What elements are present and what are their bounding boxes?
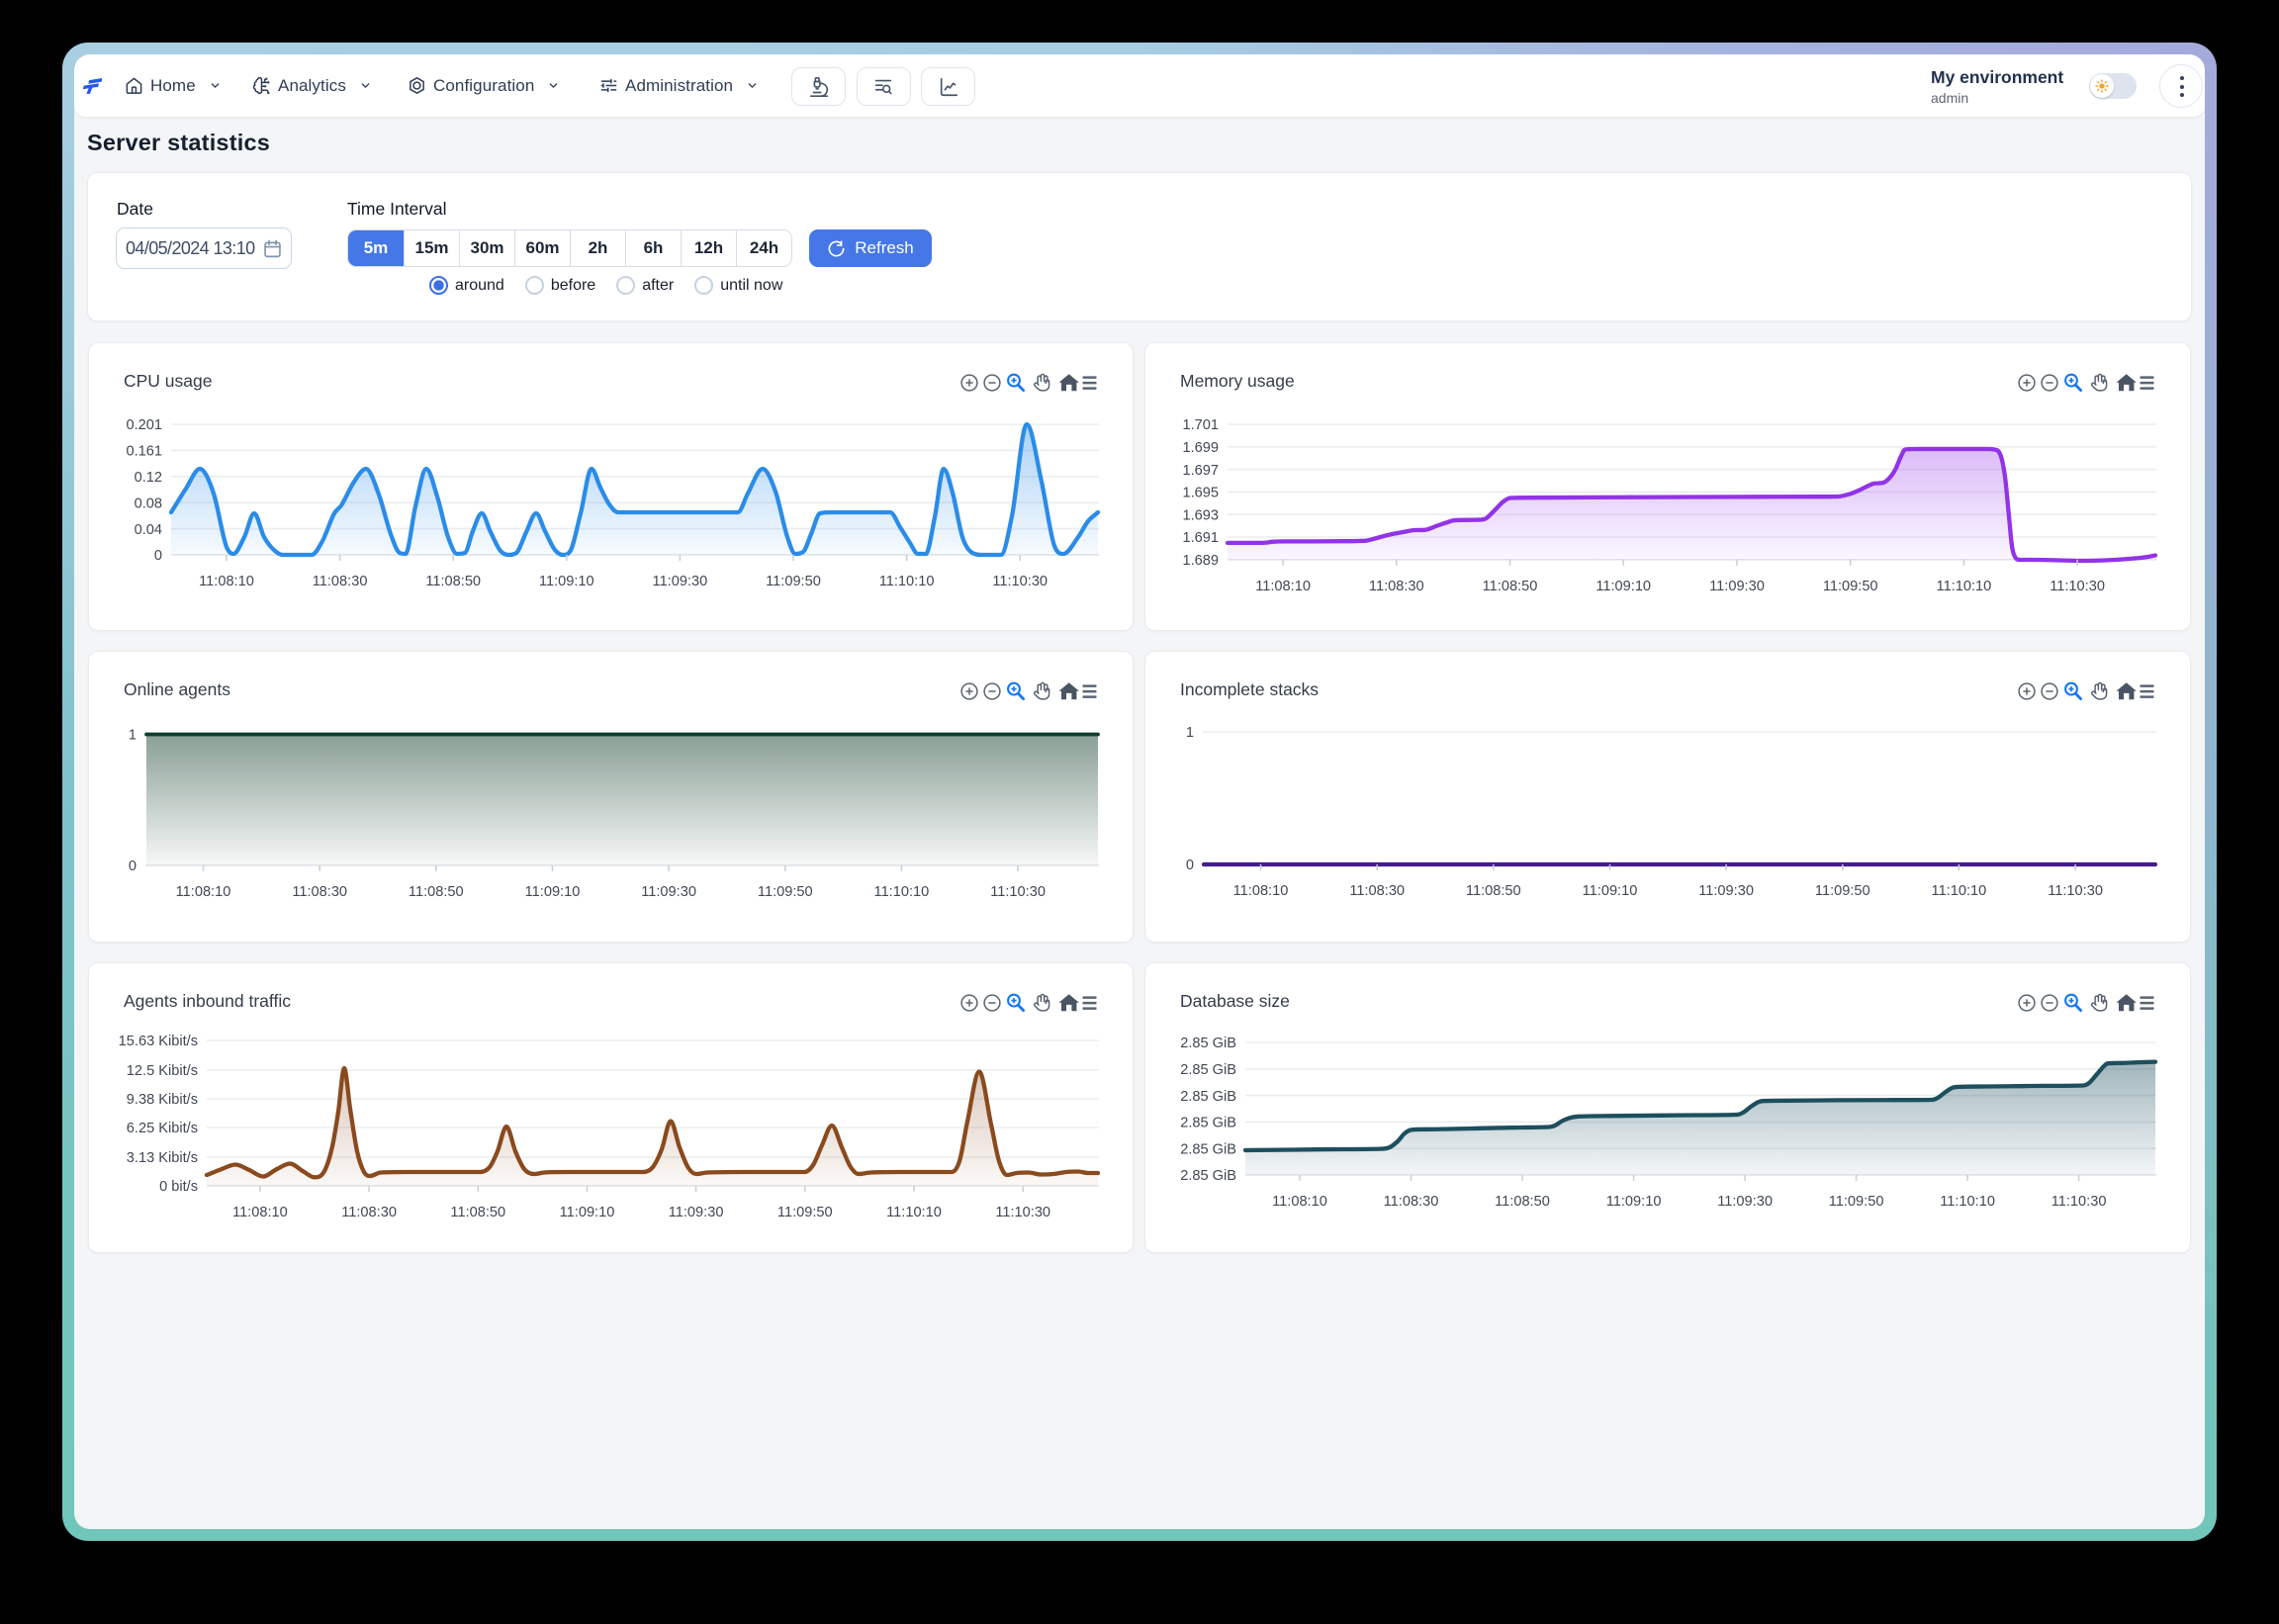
svg-text:11:09:30: 11:09:30 bbox=[1717, 1194, 1773, 1210]
svg-text:11:09:50: 11:09:50 bbox=[766, 574, 821, 589]
svg-text:11:08:30: 11:08:30 bbox=[313, 574, 368, 589]
svg-text:11:08:30: 11:08:30 bbox=[341, 1205, 397, 1220]
svg-text:6.25 Kibit/s: 6.25 Kibit/s bbox=[127, 1121, 198, 1136]
svg-text:1.697: 1.697 bbox=[1182, 463, 1219, 479]
svg-text:11:09:10: 11:09:10 bbox=[525, 884, 581, 900]
svg-text:11:10:30: 11:10:30 bbox=[2051, 1194, 2107, 1210]
svg-text:11:09:10: 11:09:10 bbox=[560, 1205, 615, 1220]
svg-text:15.63 Kibit/s: 15.63 Kibit/s bbox=[119, 1034, 198, 1049]
svg-text:11:09:50: 11:09:50 bbox=[1823, 579, 1878, 594]
svg-text:11:10:10: 11:10:10 bbox=[1932, 883, 1987, 899]
svg-text:11:09:50: 11:09:50 bbox=[777, 1205, 833, 1220]
svg-text:11:09:10: 11:09:10 bbox=[1595, 579, 1651, 594]
svg-text:11:08:50: 11:08:50 bbox=[409, 884, 464, 900]
svg-text:11:08:50: 11:08:50 bbox=[1466, 883, 1521, 899]
svg-text:1.695: 1.695 bbox=[1182, 486, 1219, 501]
svg-text:1.689: 1.689 bbox=[1182, 553, 1219, 569]
svg-text:11:08:10: 11:08:10 bbox=[1272, 1194, 1327, 1210]
svg-text:0.161: 0.161 bbox=[126, 444, 162, 460]
svg-text:2.85 GiB: 2.85 GiB bbox=[1180, 1168, 1236, 1184]
svg-text:11:08:50: 11:08:50 bbox=[1495, 1194, 1550, 1210]
svg-text:2.85 GiB: 2.85 GiB bbox=[1180, 1036, 1236, 1051]
svg-text:11:08:30: 11:08:30 bbox=[1349, 883, 1405, 899]
svg-text:2.85 GiB: 2.85 GiB bbox=[1180, 1116, 1236, 1131]
svg-text:11:08:50: 11:08:50 bbox=[1483, 579, 1538, 594]
svg-text:11:08:30: 11:08:30 bbox=[292, 884, 347, 900]
svg-text:11:08:10: 11:08:10 bbox=[1233, 883, 1289, 899]
svg-text:2.85 GiB: 2.85 GiB bbox=[1180, 1089, 1236, 1105]
svg-text:11:10:30: 11:10:30 bbox=[990, 884, 1046, 900]
svg-text:9.38 Kibit/s: 9.38 Kibit/s bbox=[127, 1092, 198, 1108]
svg-text:11:09:50: 11:09:50 bbox=[758, 884, 813, 900]
svg-text:11:09:50: 11:09:50 bbox=[1815, 883, 1870, 899]
svg-text:12.5 Kibit/s: 12.5 Kibit/s bbox=[127, 1063, 198, 1079]
svg-text:0: 0 bbox=[1186, 857, 1194, 873]
svg-text:1.691: 1.691 bbox=[1182, 530, 1219, 546]
svg-text:11:10:10: 11:10:10 bbox=[1940, 1194, 1995, 1210]
svg-text:11:10:30: 11:10:30 bbox=[995, 1205, 1050, 1220]
svg-text:1.699: 1.699 bbox=[1182, 440, 1219, 456]
svg-text:3.13 Kibit/s: 3.13 Kibit/s bbox=[127, 1150, 198, 1166]
svg-text:1.701: 1.701 bbox=[1182, 417, 1219, 433]
svg-text:11:10:10: 11:10:10 bbox=[874, 884, 930, 900]
svg-text:11:09:30: 11:09:30 bbox=[653, 574, 708, 589]
svg-text:1: 1 bbox=[129, 728, 137, 744]
svg-text:0.04: 0.04 bbox=[135, 522, 162, 538]
svg-text:11:08:30: 11:08:30 bbox=[1369, 579, 1424, 594]
svg-text:11:10:30: 11:10:30 bbox=[2050, 579, 2105, 594]
svg-text:11:09:50: 11:09:50 bbox=[1829, 1194, 1884, 1210]
svg-text:11:10:30: 11:10:30 bbox=[2048, 883, 2103, 899]
svg-text:11:08:30: 11:08:30 bbox=[1384, 1194, 1439, 1210]
svg-text:11:08:10: 11:08:10 bbox=[176, 884, 231, 900]
svg-text:11:09:30: 11:09:30 bbox=[641, 884, 696, 900]
svg-text:11:09:10: 11:09:10 bbox=[1606, 1194, 1662, 1210]
svg-text:11:10:10: 11:10:10 bbox=[879, 574, 935, 589]
svg-text:1: 1 bbox=[1186, 725, 1194, 741]
svg-text:11:10:10: 11:10:10 bbox=[1937, 579, 1992, 594]
svg-text:2.85 GiB: 2.85 GiB bbox=[1180, 1141, 1236, 1157]
svg-text:0.08: 0.08 bbox=[135, 496, 162, 511]
svg-text:1.693: 1.693 bbox=[1182, 507, 1219, 523]
svg-text:11:08:10: 11:08:10 bbox=[232, 1205, 288, 1220]
svg-text:11:08:50: 11:08:50 bbox=[425, 574, 481, 589]
svg-text:11:09:10: 11:09:10 bbox=[1583, 883, 1638, 899]
svg-text:11:09:30: 11:09:30 bbox=[1698, 883, 1754, 899]
svg-text:11:09:30: 11:09:30 bbox=[1709, 579, 1765, 594]
svg-text:2.85 GiB: 2.85 GiB bbox=[1180, 1062, 1236, 1078]
svg-text:11:08:10: 11:08:10 bbox=[199, 574, 254, 589]
svg-text:11:08:50: 11:08:50 bbox=[450, 1205, 505, 1220]
svg-text:11:10:30: 11:10:30 bbox=[992, 574, 1048, 589]
svg-text:0.201: 0.201 bbox=[126, 417, 162, 433]
svg-text:11:09:10: 11:09:10 bbox=[539, 574, 594, 589]
svg-text:0.12: 0.12 bbox=[135, 470, 162, 486]
svg-text:11:08:10: 11:08:10 bbox=[1255, 579, 1311, 594]
svg-text:11:09:30: 11:09:30 bbox=[669, 1205, 724, 1220]
svg-text:0: 0 bbox=[129, 858, 137, 874]
svg-text:11:10:10: 11:10:10 bbox=[886, 1205, 942, 1220]
svg-text:0: 0 bbox=[154, 548, 162, 564]
svg-text:0 bit/s: 0 bit/s bbox=[159, 1179, 198, 1195]
